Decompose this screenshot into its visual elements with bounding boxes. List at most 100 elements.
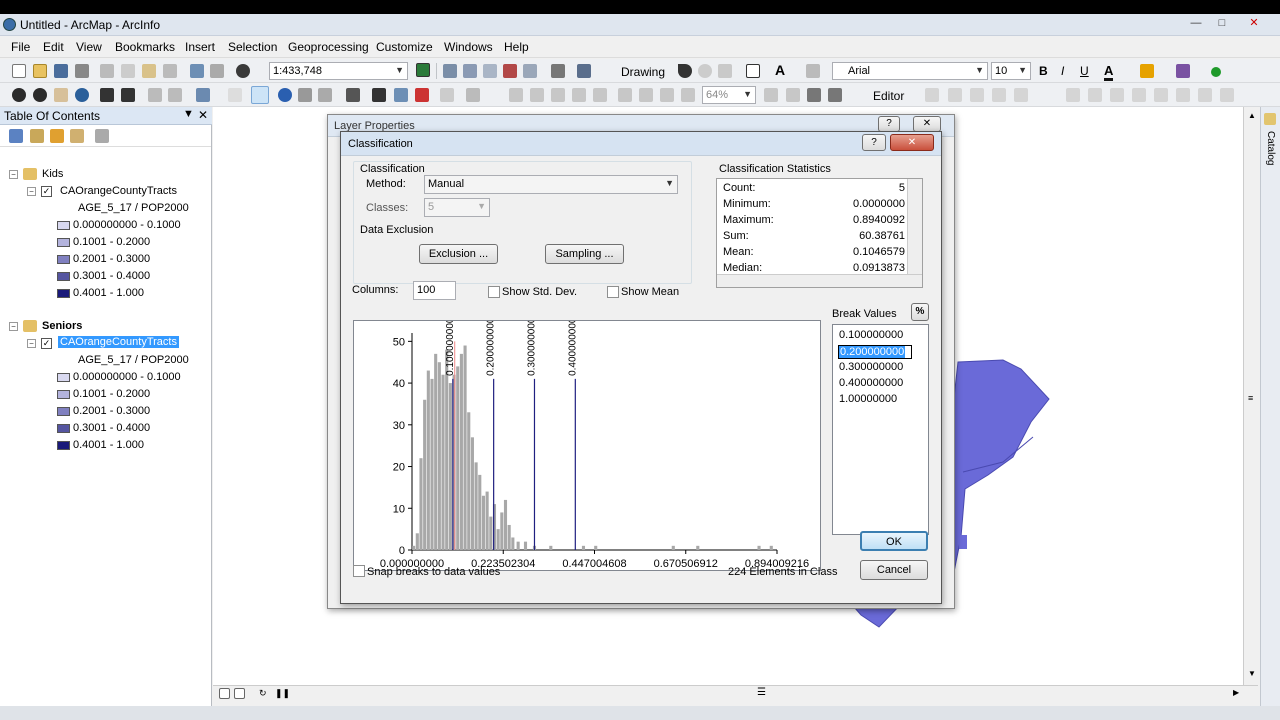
full-extent-icon[interactable] bbox=[75, 88, 89, 102]
collapse-icon[interactable]: − bbox=[27, 339, 36, 348]
edit-vertices-tool-icon[interactable] bbox=[1066, 88, 1080, 102]
redo-icon[interactable] bbox=[210, 64, 224, 78]
focus-data-frame-icon[interactable] bbox=[786, 88, 800, 102]
italic-icon[interactable]: I bbox=[1061, 64, 1064, 78]
list-by-visibility-icon[interactable] bbox=[50, 129, 64, 143]
data-view-icon[interactable] bbox=[219, 688, 230, 699]
scroll-up-icon[interactable]: ▲ bbox=[1248, 111, 1256, 120]
marker-color-icon[interactable] bbox=[1211, 67, 1221, 77]
menu-edit[interactable]: Edit bbox=[43, 40, 64, 54]
menu-windows[interactable]: Windows bbox=[444, 40, 493, 54]
layout-zoom-icon[interactable] bbox=[466, 88, 480, 102]
layout-zoom-combo[interactable]: 64% ▼ bbox=[702, 86, 756, 104]
close-button[interactable]: ✕ bbox=[890, 134, 934, 151]
break-value-item[interactable]: 0.100000000 bbox=[839, 329, 903, 341]
selected-break-value[interactable]: 0.200000000 bbox=[839, 346, 906, 358]
menu-help[interactable]: Help bbox=[504, 40, 529, 54]
zoom-100-icon[interactable] bbox=[572, 88, 586, 102]
straight-segment-icon[interactable] bbox=[970, 88, 984, 102]
reshape-icon[interactable] bbox=[1088, 88, 1102, 102]
fill-color-icon[interactable] bbox=[1140, 64, 1154, 78]
catalog-window-icon[interactable] bbox=[463, 64, 477, 78]
scroll-down-icon[interactable]: ▼ bbox=[1248, 669, 1256, 678]
menu-insert[interactable]: Insert bbox=[185, 40, 215, 54]
create-viewer-icon[interactable] bbox=[440, 88, 454, 102]
edit-tool-icon[interactable] bbox=[925, 88, 939, 102]
print-icon[interactable] bbox=[75, 64, 89, 78]
python-window-icon[interactable] bbox=[523, 64, 537, 78]
font-size-combo[interactable]: 10 ▼ bbox=[991, 62, 1031, 80]
zoom-whole-page-icon[interactable] bbox=[718, 64, 732, 78]
line-color-icon[interactable] bbox=[1176, 64, 1190, 78]
menu-bookmarks[interactable]: Bookmarks bbox=[115, 40, 175, 54]
maximize-button[interactable]: □ bbox=[1212, 16, 1232, 30]
paste-icon[interactable] bbox=[142, 64, 156, 78]
help-button[interactable]: ? bbox=[878, 116, 900, 132]
layout-zoom-in-icon[interactable] bbox=[509, 88, 523, 102]
html-popup-icon[interactable] bbox=[298, 88, 312, 102]
minimize-button[interactable]: — bbox=[1186, 16, 1206, 30]
menu-file[interactable]: File bbox=[11, 40, 30, 54]
forward-extent-icon[interactable] bbox=[168, 88, 182, 102]
break-values-list[interactable]: 0.100000000 0.200000000 0.300000000 0.40000… bbox=[832, 324, 929, 535]
fixed-zoom-out-layout-icon[interactable] bbox=[639, 88, 653, 102]
select-elements-icon[interactable] bbox=[678, 64, 692, 78]
layer-name[interactable]: CAOrangeCountyTracts bbox=[60, 185, 177, 197]
collapse-icon[interactable]: − bbox=[9, 322, 18, 331]
snap-breaks-checkbox[interactable] bbox=[353, 565, 365, 577]
toc-options-icon[interactable] bbox=[95, 129, 109, 143]
catalog-side-tab[interactable]: Catalog bbox=[1260, 107, 1280, 706]
model-builder-icon[interactable] bbox=[551, 64, 565, 78]
next-layout-extent-icon[interactable] bbox=[681, 88, 695, 102]
change-layout-icon[interactable] bbox=[807, 88, 821, 102]
rectangle-icon[interactable] bbox=[746, 64, 760, 78]
save-icon[interactable] bbox=[54, 64, 68, 78]
vertical-scrollbar[interactable]: ▲ ≡ ▼ bbox=[1243, 107, 1260, 685]
whats-this-help-icon[interactable] bbox=[577, 64, 591, 78]
copy-icon[interactable] bbox=[121, 64, 135, 78]
menu-geoprocessing[interactable]: Geoprocessing bbox=[288, 40, 369, 54]
break-value-item[interactable]: 0.200000000 bbox=[838, 345, 912, 359]
catalog-tab-label[interactable]: Catalog bbox=[1265, 131, 1276, 165]
zoom-whole-layout-icon[interactable] bbox=[593, 88, 607, 102]
pin-icon[interactable]: ▼ bbox=[183, 108, 194, 120]
pan-icon[interactable] bbox=[54, 88, 68, 102]
collapse-icon[interactable]: − bbox=[9, 170, 18, 179]
sampling-button[interactable]: Sampling ... bbox=[545, 244, 624, 264]
arctoolbox-icon[interactable] bbox=[503, 64, 517, 78]
delete-icon[interactable] bbox=[163, 64, 177, 78]
histogram-chart[interactable]: 010203040500.000000000 0.223502304 0.44700… bbox=[354, 317, 820, 570]
bold-icon[interactable]: B bbox=[1039, 64, 1048, 78]
layer-visibility-checkbox[interactable]: ✓ bbox=[41, 186, 52, 197]
close-button[interactable]: ✕ bbox=[1244, 16, 1264, 30]
exclusion-button[interactable]: Exclusion ... bbox=[419, 244, 498, 264]
previous-layout-extent-icon[interactable] bbox=[660, 88, 674, 102]
add-data-icon[interactable] bbox=[236, 64, 250, 78]
classes-dropdown[interactable]: 5 ▼ bbox=[424, 198, 490, 217]
columns-spinner[interactable]: 100 bbox=[413, 281, 456, 300]
ok-button[interactable]: OK bbox=[860, 531, 928, 551]
measure-icon[interactable] bbox=[318, 88, 332, 102]
edit-vertices-icon[interactable] bbox=[806, 64, 820, 78]
collapse-icon[interactable]: − bbox=[27, 187, 36, 196]
rotate-icon[interactable] bbox=[698, 64, 712, 78]
find-binoculars-icon[interactable] bbox=[372, 88, 386, 102]
menu-view[interactable]: View bbox=[76, 40, 102, 54]
select-elements-active-icon[interactable] bbox=[251, 86, 269, 104]
text-tool-icon[interactable]: A bbox=[775, 62, 785, 78]
percent-toggle-button[interactable]: % bbox=[911, 303, 929, 321]
identify-icon[interactable] bbox=[278, 88, 292, 102]
break-value-item[interactable]: 0.400000000 bbox=[839, 377, 903, 389]
stats-horizontal-scrollbar[interactable] bbox=[717, 274, 922, 287]
search-window-icon[interactable] bbox=[483, 64, 497, 78]
open-folder-icon[interactable] bbox=[33, 64, 47, 78]
clear-selection-icon[interactable] bbox=[228, 88, 242, 102]
cancel-button[interactable]: Cancel bbox=[860, 560, 928, 580]
undo-icon[interactable] bbox=[190, 64, 204, 78]
group-name[interactable]: Seniors bbox=[42, 320, 82, 332]
back-extent-icon[interactable] bbox=[148, 88, 162, 102]
toc-window-icon[interactable] bbox=[443, 64, 457, 78]
histogram-panel[interactable]: 0 10 20 30 40 50 0.000000000 0.223502304 0.44700… bbox=[353, 317, 821, 571]
help-button[interactable]: ? bbox=[862, 134, 886, 151]
stats-vertical-scrollbar[interactable] bbox=[907, 179, 922, 274]
